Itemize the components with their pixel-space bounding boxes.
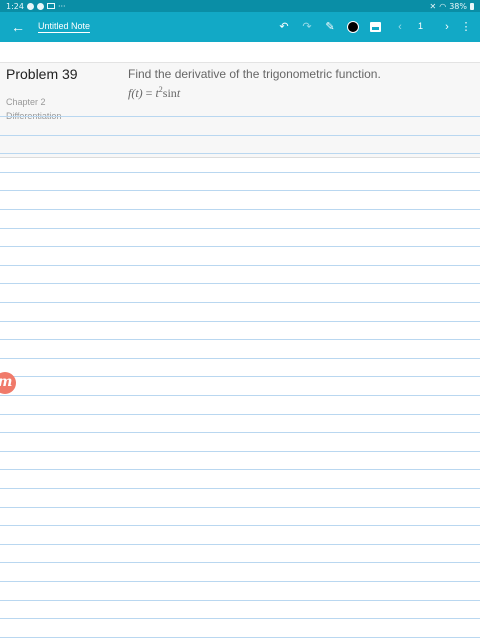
next-page-icon[interactable]: › (440, 20, 454, 34)
ruled-line (0, 413, 480, 415)
ruled-line (0, 488, 480, 489)
redo-icon[interactable]: ↷ (300, 20, 314, 34)
problem-card: Problem 39 Chapter 2 Differentiation Fin… (0, 62, 480, 158)
ruled-line (0, 543, 480, 545)
ruled-line (0, 395, 480, 396)
ruled-line (0, 227, 480, 229)
image-icon[interactable] (370, 22, 381, 32)
ruled-line (0, 339, 480, 341)
page-number: 1 (418, 21, 424, 31)
ruled-line (0, 302, 480, 303)
ruled-line (0, 246, 480, 248)
ruled-line (0, 209, 480, 210)
notification-icon (26, 2, 34, 10)
ruled-line (0, 283, 480, 285)
pen-icon[interactable]: ✎ (323, 20, 337, 34)
color-swatch-icon[interactable] (347, 21, 359, 33)
battery-icon (470, 2, 474, 10)
ruled-line (0, 153, 480, 155)
status-bar: 1:24 ··· ✕ ◠ 38% (0, 0, 480, 12)
more-vert-icon[interactable]: ⋮ (459, 20, 473, 34)
wifi-icon: ◠ (439, 1, 447, 11)
ruled-line (0, 450, 480, 452)
status-right: ✕ ◠ 38% (430, 2, 474, 11)
app-logo-icon[interactable]: m (0, 372, 16, 394)
back-arrow-icon[interactable]: ← (10, 19, 26, 35)
ruled-line (0, 469, 480, 471)
problem-formula: f(t) = t2sint (128, 85, 180, 101)
ruled-line (0, 264, 480, 266)
status-left: 1:24 ··· (6, 2, 66, 11)
ruled-line (0, 506, 480, 508)
formula-rest: sin (162, 86, 177, 100)
app-bar: ← Untitled Note ↶ ↷ ✎ ‹ 1 › ⋮ (0, 12, 480, 42)
problem-question: Find the derivative of the trigonometric… (128, 67, 381, 81)
ruled-line (0, 432, 480, 434)
problem-title: Problem 39 (6, 66, 78, 82)
ruled-line (0, 376, 480, 378)
ruled-line (0, 562, 480, 564)
ruled-line (0, 599, 480, 601)
chat-icon (36, 2, 44, 10)
more-notifications-icon: ··· (57, 1, 66, 11)
formula-var: t (176, 86, 181, 100)
undo-icon[interactable]: ↶ (277, 20, 291, 34)
mail-icon (46, 3, 55, 9)
ruled-line (0, 618, 480, 620)
ruled-line (0, 320, 480, 322)
ruled-line (0, 525, 480, 527)
ruled-line (0, 190, 480, 192)
ruled-line (0, 636, 480, 638)
note-sheet[interactable]: Problem 39 Chapter 2 Differentiation Fin… (0, 42, 480, 640)
formula-equals: = (145, 86, 153, 100)
ruled-line (0, 357, 480, 359)
note-title[interactable]: Untitled Note (38, 21, 91, 33)
mute-icon: ✕ (429, 1, 437, 11)
problem-chapter: Chapter 2 (6, 97, 46, 107)
ruled-line (0, 581, 480, 582)
ruled-line (0, 116, 480, 117)
formula-lhs: f(t) (128, 86, 143, 100)
ruled-line (0, 134, 480, 136)
battery-level: 38% (449, 1, 467, 11)
ruled-line (0, 171, 480, 173)
prev-page-icon[interactable]: ‹ (393, 20, 407, 34)
status-time: 1:24 (6, 1, 24, 11)
